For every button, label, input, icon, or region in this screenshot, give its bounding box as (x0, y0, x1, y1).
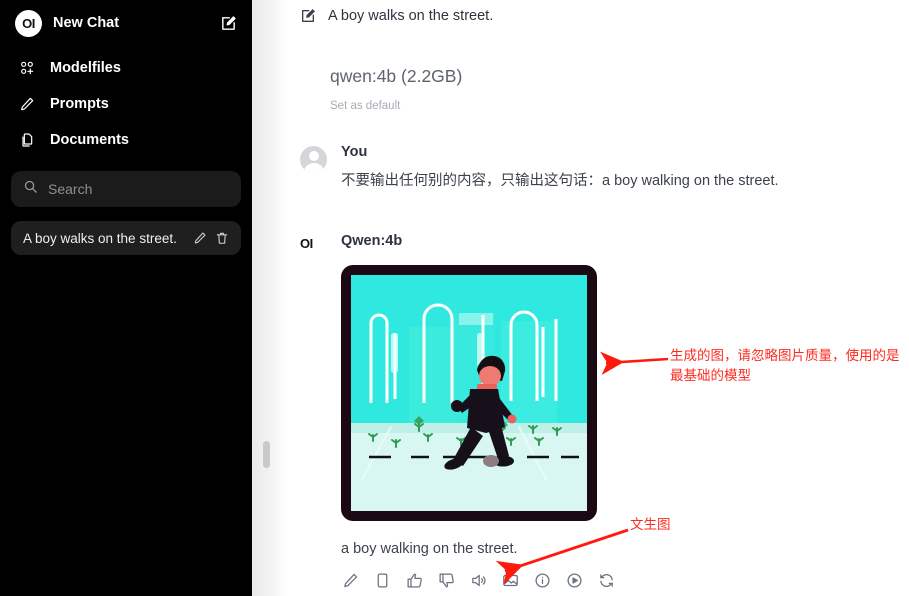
sidebar-title: New Chat (53, 15, 120, 31)
assistant-caption: a boy walking on the street. (341, 540, 518, 557)
documents-copy-icon (17, 132, 37, 148)
info-circle-icon (535, 573, 550, 588)
sidebar-item-modelfiles[interactable]: Modelfiles (11, 50, 241, 86)
message-text: 不要输出任何别的内容，只输出这句话：a boy walking on the s… (341, 173, 779, 189)
action-regenerate-button[interactable] (597, 571, 616, 590)
pencil-icon (344, 573, 358, 587)
annotation-t2i-note: 文生图 (630, 517, 671, 533)
set-as-default-link[interactable]: Set as default (330, 100, 909, 112)
action-edit-button[interactable] (341, 571, 360, 590)
sidebar-item-documents[interactable]: Documents (11, 122, 241, 158)
new-chat-button[interactable] (220, 15, 237, 32)
sidebar-header: OI New Chat (11, 0, 241, 46)
search-box[interactable] (11, 171, 241, 207)
message-body: Qwen:4b a boy walking on the street. (341, 233, 909, 590)
user-avatar-icon (300, 146, 327, 173)
message-author: Qwen:4b (341, 232, 403, 249)
thumbs-up-icon (407, 573, 422, 588)
thumbs-down-icon (439, 573, 454, 588)
speaker-icon (472, 574, 486, 586)
openwebui-logo-icon: OI (15, 9, 42, 37)
trash-icon (216, 232, 228, 244)
action-continue-button[interactable] (565, 571, 584, 590)
generated-image-svg (351, 274, 587, 511)
sidebar-item-prompts[interactable]: Prompts (11, 86, 241, 122)
modelfiles-circles-plus-icon (17, 60, 37, 76)
chat-item-title: A boy walks on the street. (23, 230, 177, 246)
message-actions (341, 571, 909, 590)
search-input[interactable] (48, 181, 229, 197)
action-dislike-button[interactable] (437, 571, 456, 590)
main-content: A boy walks on the street. qwen:4b (2.2G… (252, 0, 909, 596)
message-assistant: OI Qwen:4b a boy walking on the street. (252, 233, 909, 590)
chat-edit-button[interactable] (193, 231, 207, 245)
openwebui-logo-icon: OI (300, 235, 313, 251)
model-name: qwen:4b (2.2GB) (330, 66, 463, 86)
play-circle-icon (567, 573, 582, 588)
page-title: A boy walks on the street. (328, 8, 494, 24)
chat-list-item[interactable]: A boy walks on the street. (11, 221, 241, 255)
sidebar-item-label: Modelfiles (50, 60, 121, 76)
refresh-icon (600, 573, 613, 587)
message-user: You 不要输出任何别的内容，只输出这句话：a boy walking on t… (252, 144, 909, 193)
model-selector-block: qwen:4b (2.2GB) Set as default (252, 24, 909, 112)
logo-text: OI (22, 15, 35, 31)
sidebar-nav: Modelfiles Prompts Documents (11, 50, 241, 158)
action-read-aloud-button[interactable] (469, 571, 488, 590)
search-icon (23, 179, 38, 199)
message-author: You (341, 144, 368, 160)
action-info-button[interactable] (533, 571, 552, 590)
annotation-image-note: 生成的图，请忽略图片质量，使用的是最基础的模型 (670, 348, 900, 384)
action-like-button[interactable] (405, 571, 424, 590)
sidebar-item-label: Prompts (50, 96, 109, 112)
sidebar-item-label: Documents (50, 132, 129, 148)
pencil-icon (194, 232, 206, 244)
sidebar: OI New Chat Modelfiles Prompts Documents… (0, 0, 252, 596)
chat-header-edit-button[interactable] (300, 8, 316, 24)
app-root: OI New Chat Modelfiles Prompts Documents… (0, 0, 909, 596)
generated-image-frame[interactable] (341, 264, 597, 521)
pencil-icon (17, 96, 37, 112)
compose-square-pencil-icon (222, 15, 236, 30)
clipboard-icon (377, 573, 388, 588)
message-body: You 不要输出任何别的内容，只输出这句话：a boy walking on t… (341, 144, 909, 193)
generated-image-wrapper (341, 264, 909, 521)
action-generate-image-button[interactable] (501, 571, 520, 590)
watermark: 公众号 · AI技术实战 (868, 539, 909, 596)
image-icon (503, 574, 518, 586)
chat-delete-button[interactable] (215, 231, 229, 245)
chat-header: A boy walks on the street. (252, 0, 909, 24)
compose-square-pencil-icon (302, 9, 315, 22)
chat-list: A boy walks on the street. (11, 221, 241, 255)
generated-image[interactable] (351, 274, 587, 511)
action-copy-button[interactable] (373, 571, 392, 590)
sidebar-resize-handle[interactable] (263, 441, 270, 468)
sidebar-divider (252, 0, 290, 596)
